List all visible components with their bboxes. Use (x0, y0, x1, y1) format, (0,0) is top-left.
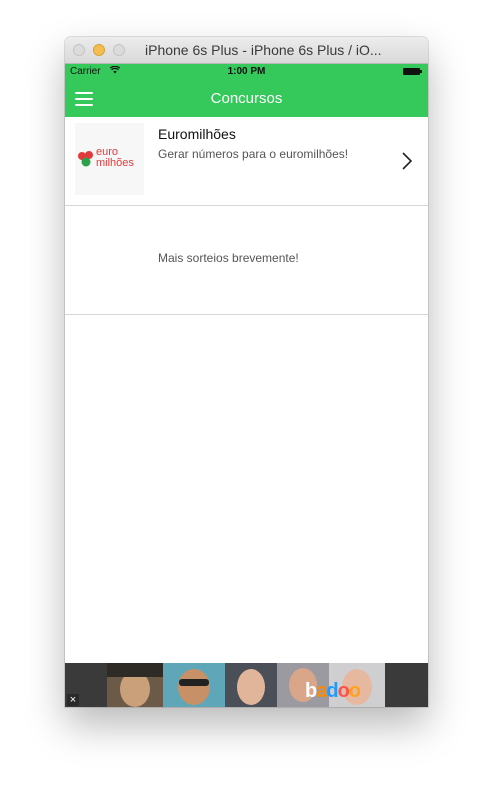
page-title: Concursos (210, 90, 283, 107)
list-item-title: Euromilhões (158, 126, 236, 142)
simulator-window: iPhone 6s Plus - iPhone 6s Plus / iO... … (65, 37, 428, 707)
logo-line-milhoes: milhões (96, 157, 134, 169)
close-window-button[interactable] (73, 44, 85, 56)
clover-icon (78, 151, 93, 167)
ad-banner[interactable]: badoo × (65, 663, 428, 707)
close-ad-button[interactable]: × (67, 694, 79, 706)
phone-screen: Carrier 1:00 PM Concursos euro milhões E… (65, 64, 428, 707)
ad-photo-2 (163, 663, 225, 707)
list-item-subtitle: Gerar números para o euromilhões! (158, 147, 349, 161)
list-item-euromilhoes[interactable]: euro milhões Euromilhões Gerar números p… (65, 117, 428, 206)
battery-icon (403, 68, 422, 75)
badoo-letter: o (348, 680, 361, 702)
zoom-window-button[interactable] (113, 44, 125, 56)
logo-wordmark: euro milhões (96, 147, 134, 169)
ad-photo-1 (107, 663, 163, 707)
clock: 1:00 PM (227, 66, 266, 77)
minimize-window-button[interactable] (93, 44, 105, 56)
coming-soon-message: Mais sorteios brevemente! (158, 251, 299, 265)
window-titlebar: iPhone 6s Plus - iPhone 6s Plus / iO... (65, 37, 428, 64)
list-item-coming-soon: Mais sorteios brevemente! (65, 206, 428, 315)
ad-photo-3 (225, 663, 277, 707)
badoo-logo: badoo (305, 680, 361, 703)
window-title: iPhone 6s Plus - iPhone 6s Plus / iO... (145, 42, 382, 58)
euromilhoes-logo: euro milhões (75, 123, 144, 195)
status-bar: Carrier 1:00 PM (65, 64, 428, 80)
badoo-letter: o (337, 680, 350, 702)
badoo-letter: d (326, 680, 338, 702)
badoo-letter: a (316, 680, 327, 702)
badoo-letter: b (305, 680, 317, 702)
chevron-right-icon[interactable] (402, 152, 412, 170)
navigation-bar: Concursos (65, 80, 428, 117)
